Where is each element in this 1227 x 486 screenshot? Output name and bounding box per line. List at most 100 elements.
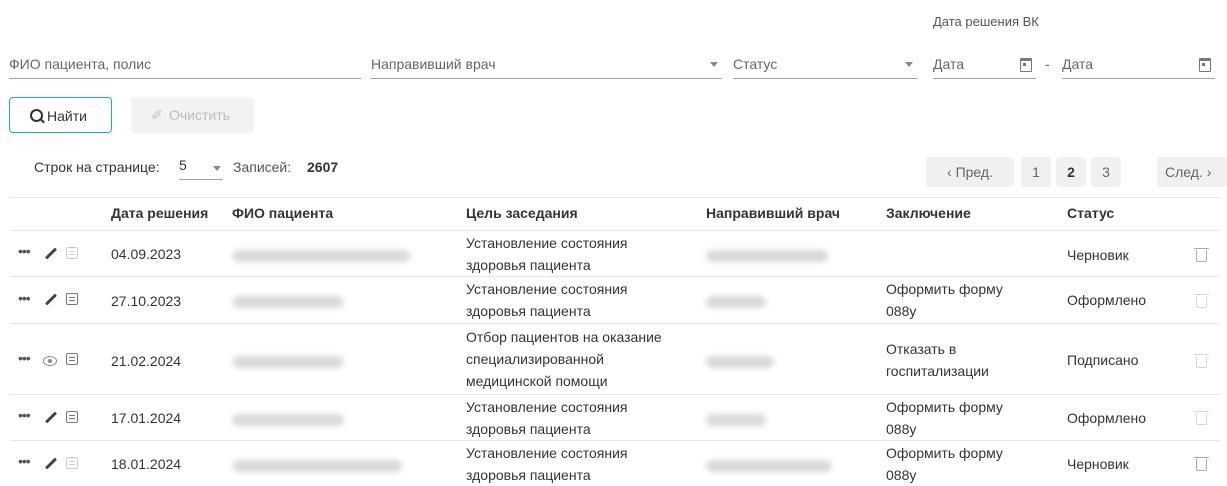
decision-date: 21.02.2024 [111,353,182,369]
chevron-down-icon [710,62,718,67]
printer-icon[interactable] [66,293,78,305]
calendar-icon[interactable] [1020,58,1032,72]
more-icon[interactable]: ••• [18,350,31,366]
conclusion-line: Оформить форму [886,445,1003,461]
meeting-goal: Установление состояния здоровья пациента [466,278,628,322]
meeting-goal: Отбор пациентов на оказание специализиро… [466,326,662,392]
pencil-icon[interactable] [44,457,58,470]
meeting-goal-line: Установление состояния [466,281,628,297]
conclusion: Оформить форму 088у [886,442,1003,486]
meeting-goal-line: здоровья пациента [466,421,591,437]
chevron-down-icon [213,166,221,171]
column-header-status[interactable]: Статус [1067,205,1114,221]
pencil-icon[interactable] [44,293,58,306]
date-from-input[interactable]: Дата [933,50,1036,79]
trash-icon [1194,354,1209,368]
conclusion: Оформить форму 088у [886,396,1003,440]
date-from-placeholder: Дата [933,56,965,72]
meeting-goal-line: здоровья пациента [466,303,591,319]
decision-date: 04.09.2023 [111,246,182,262]
meeting-goal-line: специализированной [466,351,604,367]
more-icon[interactable]: ••• [18,407,31,423]
row-divider [10,323,1220,324]
doctor-name-redacted [706,460,832,472]
trash-icon [1194,411,1209,425]
column-header-date[interactable]: Дата решения [111,205,208,221]
more-icon[interactable]: ••• [18,243,31,259]
row-divider [10,394,1220,395]
meeting-goal-line: Установление состояния [466,399,628,415]
meeting-goal: Установление состояния здоровья пациента [466,396,628,440]
rows-per-page-value: 5 [179,157,187,173]
printer-icon[interactable] [66,247,78,259]
meeting-goal-line: Отбор пациентов на оказание [466,329,662,345]
patient-name-redacted [232,296,344,308]
meeting-goal-line: Установление состояния [466,235,628,251]
status-select[interactable]: Статус [733,50,917,79]
clear-button-label: Очистить [169,107,230,123]
prev-page-button[interactable]: ‹ Пред. [926,157,1014,187]
records-label: Записей: [233,159,292,175]
doctor-name-redacted [706,356,774,368]
conclusion-line: 088у [886,467,917,483]
records-count: 2607 [307,159,339,175]
more-icon[interactable]: ••• [18,453,31,469]
decision-date: 27.10.2023 [111,293,182,309]
patient-name-redacted [232,250,410,262]
more-icon[interactable]: ••• [18,290,31,306]
status-text: Оформлено [1067,410,1147,426]
meeting-goal-line: здоровья пациента [466,467,591,483]
page-1-button[interactable]: 1 [1021,157,1051,187]
find-button[interactable]: Найти [9,97,112,133]
calendar-icon[interactable] [1199,58,1211,72]
broom-icon: ✐ [151,107,163,123]
conclusion: Оформить форму 088у [886,278,1003,322]
meeting-goal: Установление состояния здоровья пациента [466,232,628,276]
printer-icon[interactable] [66,411,78,423]
trash-icon [1194,294,1209,308]
column-header-patient[interactable]: ФИО пациента [232,205,333,221]
find-button-label: Найти [47,108,87,124]
patient-search-input[interactable]: ФИО пациента, полис [9,50,361,79]
date-range-label: Дата решения ВК [933,14,1039,29]
meeting-goal: Установление состояния здоровья пациента [466,442,628,486]
date-to-placeholder: Дата [1062,56,1094,72]
patient-name-redacted [232,356,344,368]
printer-icon[interactable] [66,353,78,365]
meeting-goal-line: Установление состояния [466,445,628,461]
row-divider [10,440,1220,441]
trash-icon[interactable] [1194,457,1209,471]
date-to-input[interactable]: Дата [1062,50,1215,79]
doctor-select[interactable]: Направивший врач [371,50,722,79]
column-header-conclusion[interactable]: Заключение [886,205,971,221]
rows-per-page-select[interactable]: 5 [179,153,223,180]
page-3-button[interactable]: 3 [1091,157,1121,187]
search-icon [30,109,43,122]
meeting-goal-line: медицинской помощи [466,373,608,389]
status-text: Черновик [1067,456,1129,472]
eye-icon[interactable] [43,356,57,366]
conclusion-line: госпитализации [886,363,989,379]
patient-name-redacted [232,460,402,472]
patient-search-placeholder: ФИО пациента, полис [9,56,152,72]
pencil-icon[interactable] [44,411,58,424]
printer-icon[interactable] [66,457,78,469]
conclusion: Отказать в госпитализации [886,338,989,382]
page-2-button[interactable]: 2 [1056,157,1086,187]
conclusion-line: 088у [886,421,917,437]
pencil-icon[interactable] [44,247,58,260]
next-page-button[interactable]: След. › [1157,157,1227,187]
trash-icon[interactable] [1194,248,1209,262]
table-top-divider [10,197,1220,198]
conclusion-line: 088у [886,303,917,319]
row-divider [10,276,1220,277]
chevron-down-icon [905,62,913,67]
column-header-goal[interactable]: Цель заседания [466,205,578,221]
clear-button[interactable]: ✐ Очистить [131,97,254,133]
doctor-name-redacted [706,250,828,262]
date-separator: - [1045,56,1050,72]
patient-name-redacted [232,414,344,426]
table-header-divider [10,230,1220,231]
conclusion-line: Оформить форму [886,281,1003,297]
column-header-doctor[interactable]: Направивший врач [706,205,840,221]
